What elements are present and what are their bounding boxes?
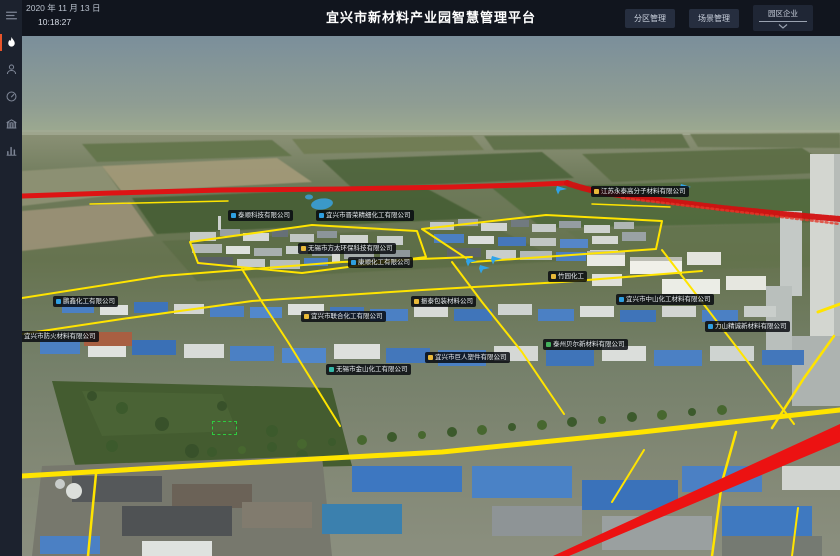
company-label[interactable]: 宜兴市联合化工有限公司 — [301, 311, 386, 322]
company-label[interactable]: 宜兴市晋荣精细化工有限公司 — [316, 210, 414, 221]
selection-box — [212, 421, 237, 435]
company-marker-icon — [301, 246, 306, 251]
scene-manage-button[interactable]: 场景管理 — [689, 9, 739, 28]
company-name: 宜兴市晋荣精细化工有限公司 — [326, 212, 411, 219]
company-label[interactable]: 康顺化工有限公司 — [348, 257, 413, 268]
company-name: 振泰包装材料公司 — [421, 298, 473, 305]
sidebar-icon-list — [0, 0, 22, 556]
company-marker-icon — [546, 342, 551, 347]
park-enterprise-dropdown[interactable]: 园区企业 — [753, 5, 813, 31]
company-name: 宜兴市防火材料有限公司 — [24, 333, 96, 340]
company-label[interactable]: 振泰包装材料公司 — [411, 296, 476, 307]
divider — [759, 21, 807, 22]
company-label[interactable]: 宜兴市防火材料有限公司 — [22, 331, 99, 342]
company-marker-icon — [329, 367, 334, 372]
flame-icon — [5, 36, 18, 49]
sidebar-item-menu[interactable] — [0, 2, 22, 29]
company-label[interactable]: 宜兴市巨人塑件有限公司 — [425, 352, 510, 363]
company-marker-icon — [594, 189, 599, 194]
partition-manage-button[interactable]: 分区管理 — [625, 9, 675, 28]
sidebar-item-user[interactable] — [0, 56, 22, 83]
company-label[interactable]: 泰顺科技有限公司 — [228, 210, 293, 221]
sidebar-item-flame[interactable] — [0, 29, 22, 56]
dropdown-label: 园区企业 — [768, 8, 798, 19]
company-marker-icon — [708, 324, 713, 329]
company-marker-icon — [231, 213, 236, 218]
company-marker-icon — [414, 299, 419, 304]
company-name: 力山精诚新材料有限公司 — [715, 323, 787, 330]
company-name: 宜兴市中山化工材料有限公司 — [626, 296, 711, 303]
company-label[interactable]: 鹏鑫化工有限公司 — [53, 296, 118, 307]
company-name: 宜兴市联合化工有限公司 — [311, 313, 383, 320]
company-label[interactable]: 力山精诚新材料有限公司 — [705, 321, 790, 332]
company-label[interactable]: 无锡市方太环保科技有限公司 — [298, 243, 396, 254]
company-marker-icon — [304, 314, 309, 319]
sidebar-item-gauge[interactable] — [0, 83, 22, 110]
chevron-down-icon — [778, 24, 788, 29]
company-name: 宜兴市巨人塑件有限公司 — [435, 354, 507, 361]
company-name: 鹏鑫化工有限公司 — [63, 298, 115, 305]
company-label[interactable]: 江苏永泰高分子材料有限公司 — [591, 186, 689, 197]
gauge-icon — [5, 90, 18, 103]
company-marker-icon — [619, 297, 624, 302]
company-name: 泰州贝尔新材料有限公司 — [553, 341, 625, 348]
company-name: 无锡市金山化工有限公司 — [336, 366, 408, 373]
company-name: 无锡市方太环保科技有限公司 — [308, 245, 393, 252]
app-window: 2020 年 11 月 13 日 10:18:27 宜兴市新材料产业园智慧管理平… — [0, 0, 840, 556]
company-name: 江苏永泰高分子材料有限公司 — [601, 188, 686, 195]
factory-icon — [5, 117, 18, 130]
bar-chart-icon — [5, 144, 18, 157]
sidebar-item-bar-chart[interactable] — [0, 137, 22, 164]
company-label[interactable]: 竹园化工 — [548, 271, 587, 282]
company-marker-icon — [319, 213, 324, 218]
company-name: 康顺化工有限公司 — [358, 259, 410, 266]
map-3d-scene[interactable]: 泰顺科技有限公司 宜兴市晋荣精细化工有限公司无锡市方太环保科技有限公司康顺化工有限… — [22, 36, 840, 556]
app-header: 2020 年 11 月 13 日 10:18:27 宜兴市新材料产业园智慧管理平… — [22, 0, 840, 36]
user-icon — [5, 63, 18, 76]
header-actions: 分区管理 场景管理 园区企业 — [625, 0, 813, 36]
company-marker-icon — [428, 355, 433, 360]
company-name: 泰顺科技有限公司 — [238, 212, 290, 219]
company-marker-icon — [551, 274, 556, 279]
menu-icon — [5, 9, 18, 22]
company-marker-icon — [351, 260, 356, 265]
company-label[interactable]: 无锡市金山化工有限公司 — [326, 364, 411, 375]
company-label[interactable]: 泰州贝尔新材料有限公司 — [543, 339, 628, 350]
sidebar-item-factory[interactable] — [0, 110, 22, 137]
company-label[interactable]: 宜兴市中山化工材料有限公司 — [616, 294, 714, 305]
company-name: 竹园化工 — [558, 273, 584, 280]
company-marker-icon — [56, 299, 61, 304]
